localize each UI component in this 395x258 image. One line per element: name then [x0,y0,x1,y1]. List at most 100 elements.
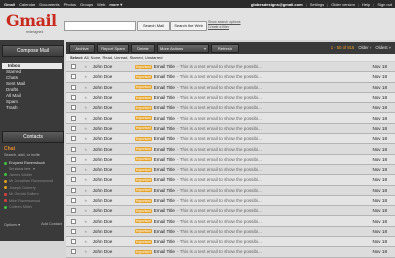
email-row[interactable]: ★ John Doe Important Email Title - This is a… [66,195,395,207]
star-icon[interactable]: ★ [84,249,88,254]
checkbox-icon[interactable] [71,125,76,131]
star-icon[interactable]: ★ [84,147,88,152]
topnav-web[interactable]: Web [97,2,105,7]
email-row[interactable]: ★ John Doe Important Email Title - This is a… [66,113,395,124]
star-icon[interactable]: ★ [84,229,88,234]
star-icon[interactable]: ★ [84,116,88,121]
checkbox-icon[interactable] [71,74,76,80]
star-icon[interactable]: ★ [84,208,88,213]
star-icon[interactable]: ★ [84,105,88,110]
email-label[interactable]: Important [134,147,152,152]
checkbox-icon[interactable] [71,167,76,173]
older-link[interactable]: Older › [358,45,371,50]
refresh-button[interactable]: Refresh [211,44,239,53]
checkbox-icon[interactable] [71,177,76,183]
email-row[interactable]: ★ John Doe Important Email Title - This is a… [66,62,395,73]
delete-button[interactable]: Delete [131,44,155,53]
email-label[interactable]: Important [134,208,152,213]
search-web-button[interactable]: Search the Web [170,21,207,31]
topnav-groups[interactable]: Groups [80,2,93,7]
star-icon[interactable]: ★ [84,74,88,79]
email-row[interactable]: ★ John Doe Important Email Title - This is a… [66,134,395,145]
sign-out-link[interactable]: Sign out [377,2,392,7]
checkbox-icon[interactable] [71,95,76,101]
email-row[interactable]: ★ John Doe Important Email Title - This is a… [66,247,395,258]
checkbox-icon[interactable] [71,249,76,255]
star-icon[interactable]: ★ [84,85,88,90]
email-label[interactable]: Important [134,167,152,172]
archive-button[interactable]: Archive [69,44,95,53]
email-label[interactable]: Important [134,85,152,90]
checkbox-icon[interactable] [71,198,76,203]
email-label[interactable]: Important [134,188,152,193]
chat-contact[interactable]: Colleen Miller [2,204,62,211]
star-icon[interactable]: ★ [84,126,88,131]
email-label[interactable]: Important [134,239,152,244]
email-row[interactable]: ★ John Doe Important Email Title - This is a… [66,237,395,248]
star-icon[interactable]: ★ [84,167,88,172]
search-input[interactable] [64,21,136,31]
email-row[interactable]: ★ John Doe Important Email Title - This is a… [66,72,395,83]
email-label[interactable]: Important [134,229,152,234]
email-row[interactable]: ★ John Doe Important Email Title - This is a… [66,123,395,135]
email-label[interactable]: Important [134,219,152,224]
email-row[interactable]: ★ John Doe Important Email Title - This is a… [66,206,395,217]
email-row[interactable]: ★ John Doe Important Email Title - This is a… [66,226,395,238]
contacts-button[interactable]: Contacts [2,131,64,143]
email-label[interactable]: Important [134,116,152,121]
checkbox-icon[interactable] [71,239,76,245]
chat-search-hint[interactable]: Search, add, or invite [4,153,40,157]
more-actions-select[interactable]: More Actions ▾ [157,44,209,53]
email-label[interactable]: Important [134,157,152,162]
add-contact-link[interactable]: Add Contact [41,222,62,227]
email-label[interactable]: Important [134,64,152,69]
email-row[interactable]: ★ John Doe Important Email Title - This is a… [66,154,395,165]
email-label[interactable]: Important [134,177,152,182]
email-row[interactable]: ★ John Doe Important Email Title - This is a… [66,164,395,176]
search-mail-button[interactable]: Search Mail [137,21,170,31]
show-search-options-link[interactable]: Show search options [208,20,241,25]
checkbox-icon[interactable] [71,218,76,224]
email-row[interactable]: ★ John Doe Important Email Title - This is a… [66,103,395,114]
checkbox-icon[interactable] [71,146,76,152]
older-version-link[interactable]: Older version [331,2,355,7]
email-label[interactable]: Important [134,126,152,131]
email-label[interactable]: Important [134,136,152,141]
create-filter-link[interactable]: Create a filter [208,25,241,30]
topnav-documents[interactable]: Documents [39,2,59,7]
email-row[interactable]: ★ John Doe Important Email Title - This is a… [66,185,395,196]
folder-trash[interactable]: Trash [0,105,64,111]
report-spam-button[interactable]: Report Spam [97,44,129,53]
email-row[interactable]: ★ John Doe Important Email Title - This is a… [66,92,395,104]
star-icon[interactable]: ★ [84,136,88,141]
select-options[interactable]: All, None, Read, Unread, Starred, Unstar… [84,55,162,60]
checkbox-icon[interactable] [71,208,76,214]
email-label[interactable]: Important [134,249,152,254]
star-icon[interactable]: ★ [84,239,88,244]
topnav-gmail[interactable]: Gmail [4,2,15,7]
email-label[interactable]: Important [134,74,152,79]
oldest-link[interactable]: Oldest » [375,45,391,50]
checkbox-icon[interactable] [71,84,76,90]
checkbox-icon[interactable] [71,64,76,70]
checkbox-icon[interactable] [71,187,76,193]
email-label[interactable]: Important [134,105,152,110]
email-row[interactable]: ★ John Doe Important Email Title - This is a… [66,82,395,93]
star-icon[interactable]: ★ [84,188,88,193]
checkbox-icon[interactable] [71,228,76,234]
email-label[interactable]: Important [134,95,152,100]
settings-link[interactable]: Settings [310,2,324,7]
chat-options-link[interactable]: Options ▾ [4,222,20,227]
topnav-calendar[interactable]: Calendar [19,2,35,7]
email-label[interactable]: Important [134,198,152,203]
star-icon[interactable]: ★ [84,157,88,162]
email-row[interactable]: ★ John Doe Important Email Title - This is a… [66,175,395,186]
star-icon[interactable]: ★ [84,64,88,69]
checkbox-icon[interactable] [71,156,76,162]
topnav-more[interactable]: more ▾ [109,2,122,7]
checkbox-icon[interactable] [71,115,76,121]
topnav-photos[interactable]: Photos [64,2,76,7]
star-icon[interactable]: ★ [84,177,88,182]
email-row[interactable]: ★ John Doe Important Email Title - This is a… [66,216,395,227]
checkbox-icon[interactable] [71,136,76,142]
